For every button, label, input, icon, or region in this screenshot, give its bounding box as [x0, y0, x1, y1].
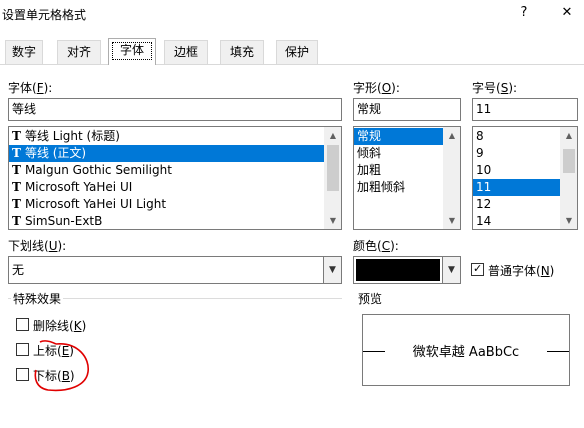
truetype-font-icon: T	[12, 163, 21, 177]
tab-protection[interactable]: 保护	[276, 40, 318, 64]
normal-font-label[interactable]: 普通字体(N)	[488, 262, 554, 279]
style-item-label: 倾斜	[357, 146, 382, 160]
truetype-font-icon: T	[12, 129, 21, 143]
normal-font-checkbox[interactable]	[471, 262, 484, 276]
style-label: 字形(O):	[353, 81, 400, 95]
font-list-item[interactable]: T 等线 Light (标题)	[9, 128, 324, 145]
tab-alignment[interactable]: 对齐	[57, 40, 101, 64]
color-swatch	[356, 259, 440, 281]
style-list-item[interactable]: 常规	[354, 128, 443, 145]
dialog-title: 设置单元格格式	[2, 8, 87, 22]
style-item-label: 常规	[357, 129, 382, 143]
tab-number[interactable]: 数字	[5, 40, 43, 64]
tab-border[interactable]: 边框	[164, 40, 208, 64]
size-list-item[interactable]: 10	[473, 162, 560, 179]
chevron-down-icon[interactable]: ▼	[442, 257, 460, 283]
font-scrollbar[interactable]: ▲ ▼	[324, 127, 341, 229]
help-button[interactable]: ?	[512, 2, 536, 24]
size-item-label: 8	[476, 129, 484, 143]
size-item-label: 11	[476, 180, 492, 194]
font-listbox[interactable]: T 等线 Light (标题) T 等线 (正文) T Malgun Gothic Sem…	[8, 126, 342, 230]
size-item-label: 14	[476, 214, 492, 228]
style-listbox[interactable]: 常规倾斜加粗加粗倾斜 ▲ ▼	[353, 126, 461, 230]
preview-title: 预览	[356, 290, 385, 307]
scroll-up-icon[interactable]: ▲	[325, 127, 341, 144]
scroll-down-icon[interactable]: ▼	[325, 212, 341, 229]
font-input[interactable]: 等线	[8, 98, 342, 121]
size-label: 字号(S):	[472, 81, 518, 95]
font-list-item[interactable]: T Microsoft YaHei UI	[9, 179, 324, 196]
scroll-up-icon[interactable]: ▲	[444, 127, 460, 144]
scroll-thumb[interactable]	[563, 149, 575, 173]
underline-value: 无	[12, 263, 25, 277]
size-listbox[interactable]: 8 9 10 11 12 14 ▲ ▼	[472, 126, 578, 230]
font-label: 字体(F):	[8, 81, 53, 95]
style-scrollbar[interactable]: ▲ ▼	[443, 127, 460, 229]
size-scrollbar[interactable]: ▲ ▼	[560, 127, 577, 229]
chevron-down-icon[interactable]: ▼	[323, 257, 341, 283]
truetype-font-icon: T	[12, 146, 21, 160]
underline-select[interactable]: 无 ▼	[8, 256, 342, 284]
font-item-label: Microsoft YaHei UI	[24, 180, 133, 194]
size-list-item[interactable]: 11	[473, 179, 560, 196]
font-item-label: SimSun-ExtB	[24, 214, 103, 228]
preview-sample: 微软卓越 AaBbCc	[412, 345, 520, 360]
font-item-label: 等线 Light (标题)	[24, 129, 120, 143]
size-list-item[interactable]: 8	[473, 128, 560, 145]
font-item-label: Malgun Gothic Semilight	[24, 163, 172, 177]
size-list-item[interactable]: 12	[473, 196, 560, 213]
color-label: 颜色(C):	[353, 239, 399, 253]
truetype-font-icon: T	[12, 214, 21, 228]
size-list-item[interactable]: 9	[473, 145, 560, 162]
underline-label: 下划线(U):	[8, 239, 67, 253]
size-list-item[interactable]: 14	[473, 213, 560, 229]
size-item-label: 10	[476, 163, 492, 177]
close-icon: ✕	[561, 5, 573, 20]
preview-box: 微软卓越 AaBbCc	[362, 314, 570, 386]
scroll-down-icon[interactable]: ▼	[444, 212, 460, 229]
tab-font[interactable]: 字体	[108, 38, 156, 65]
tab-fill[interactable]: 填充	[220, 40, 264, 64]
font-list-item[interactable]: T Microsoft YaHei UI Light	[9, 196, 324, 213]
scroll-thumb[interactable]	[327, 145, 339, 191]
style-item-label: 加粗	[357, 163, 382, 177]
annotation-circle	[34, 340, 89, 392]
truetype-font-icon: T	[12, 180, 21, 194]
font-list-item[interactable]: T 等线 (正文)	[9, 145, 324, 162]
strikethrough-checkbox[interactable]	[16, 318, 29, 331]
tab-strip-divider	[0, 64, 584, 65]
style-list-item[interactable]: 加粗倾斜	[354, 179, 443, 196]
font-item-label: Microsoft YaHei UI Light	[24, 197, 167, 211]
font-list-item[interactable]: T SimSun-ExtB	[9, 213, 324, 229]
color-picker[interactable]: ▼	[353, 256, 461, 284]
scroll-up-icon[interactable]: ▲	[561, 127, 577, 144]
size-item-label: 12	[476, 197, 492, 211]
effects-title: 特殊效果	[11, 290, 64, 307]
style-list-item[interactable]: 倾斜	[354, 145, 443, 162]
size-input[interactable]: 11	[472, 98, 578, 121]
style-input[interactable]: 常规	[353, 98, 461, 121]
font-list-item[interactable]: T Malgun Gothic Semilight	[9, 162, 324, 179]
scroll-down-icon[interactable]: ▼	[561, 212, 577, 229]
style-list-item[interactable]: 加粗	[354, 162, 443, 179]
close-button[interactable]: ✕	[555, 2, 579, 24]
truetype-font-icon: T	[12, 197, 21, 211]
font-item-label: 等线 (正文)	[24, 146, 87, 160]
size-item-label: 9	[476, 146, 484, 160]
style-item-label: 加粗倾斜	[357, 180, 406, 194]
